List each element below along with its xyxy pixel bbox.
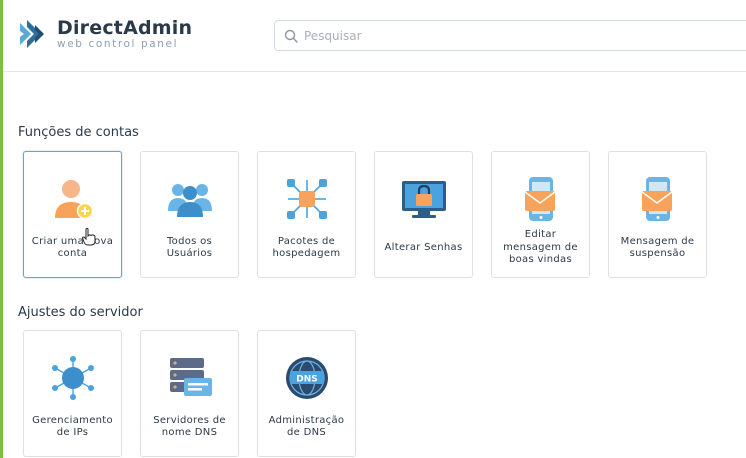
card-label: Pacotes de hospedagem <box>272 235 341 260</box>
card-suspension-message[interactable]: Mensagem de suspensão <box>608 151 707 278</box>
search-input[interactable] <box>304 28 704 43</box>
logo-icon <box>20 20 44 48</box>
top-header: DirectAdmin web control panel <box>3 0 746 72</box>
phone-mail-icon <box>511 174 571 224</box>
monitor-lock-icon <box>394 174 454 224</box>
card-change-passwords[interactable]: Alterar Senhas <box>374 151 473 278</box>
card-dns-administration[interactable]: DNS Administração de DNS <box>257 330 356 457</box>
dns-globe-icon: DNS <box>277 353 337 403</box>
card-label: Mensagem de suspensão <box>620 235 695 260</box>
users-group-icon <box>160 174 220 224</box>
card-ip-management[interactable]: Gerenciamento de IPs <box>23 330 122 457</box>
card-label: Servidores de nome DNS <box>153 414 226 439</box>
section-title-account-functions: Funções de contas <box>18 125 139 140</box>
card-label: Alterar Senhas <box>384 241 463 253</box>
card-edit-welcome-message[interactable]: Editar mensagem de boas vindas <box>491 151 590 278</box>
card-all-users[interactable]: Todos os Usuários <box>140 151 239 278</box>
card-hosting-packages[interactable]: Pacotes de hospedagem <box>257 151 356 278</box>
search-icon <box>284 29 298 43</box>
ip-network-icon <box>43 353 103 403</box>
logo-name: DirectAdmin <box>57 17 193 39</box>
logo-tagline: web control panel <box>57 38 179 50</box>
card-label: Editar mensagem de boas vindas <box>503 229 578 266</box>
card-dns-nameservers[interactable]: Servidores de nome DNS <box>140 330 239 457</box>
card-label: Gerenciamento de IPs <box>32 414 113 439</box>
add-user-icon <box>43 174 103 224</box>
card-label: Administração de DNS <box>268 414 345 439</box>
section-title-server-settings: Ajustes do servidor <box>18 305 143 320</box>
directadmin-logo[interactable]: DirectAdmin web control panel <box>17 17 192 51</box>
card-create-account[interactable]: Criar uma nova conta <box>23 151 122 278</box>
svg-text:DNS: DNS <box>296 375 318 385</box>
card-label: Criar uma nova conta <box>31 235 114 260</box>
search-box[interactable] <box>274 20 746 51</box>
server-stack-icon <box>160 353 220 403</box>
card-label: Todos os Usuários <box>166 235 213 260</box>
package-network-icon <box>277 174 337 224</box>
phone-mail-icon <box>628 174 688 224</box>
